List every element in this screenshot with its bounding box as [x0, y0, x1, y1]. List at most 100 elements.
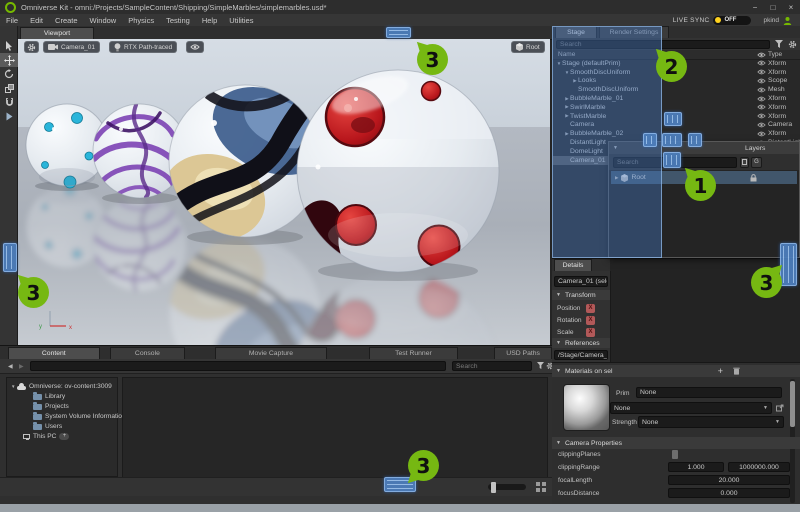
- lock-icon[interactable]: [750, 174, 757, 182]
- camera-select-button[interactable]: Camera_01: [43, 41, 100, 53]
- reference-path-field[interactable]: /Stage/Camera_01: [554, 350, 608, 360]
- back-button[interactable]: ◀: [8, 363, 13, 370]
- address-bar-input[interactable]: [30, 361, 446, 371]
- content-tab[interactable]: Movie Capture: [215, 347, 326, 359]
- camera-properties-header[interactable]: ▼Camera Properties: [552, 437, 800, 449]
- properties-panel: ▼Materials on sel + Prim None None▼ Stre…: [552, 362, 800, 505]
- add-material-button[interactable]: +: [718, 366, 723, 376]
- annotation-number: 2: [665, 55, 679, 79]
- content-grid-area[interactable]: [122, 377, 548, 479]
- visibility-eye-icon[interactable]: [754, 69, 768, 75]
- rotate-tool-button[interactable]: [0, 67, 18, 81]
- dock-target-handle[interactable]: [664, 112, 682, 126]
- root-button[interactable]: Root: [511, 41, 545, 53]
- content-tree-item[interactable]: System Volume Information: [7, 411, 117, 421]
- materials-section-header[interactable]: ▼Materials on sel +: [552, 365, 800, 377]
- maximize-button[interactable]: □: [764, 3, 782, 12]
- visibility-eye-icon[interactable]: [754, 87, 768, 93]
- viewport-canvas[interactable]: y x: [18, 39, 550, 345]
- viewport-settings-button[interactable]: [24, 41, 39, 53]
- slider-thumb[interactable]: [491, 482, 496, 493]
- menu-item[interactable]: Edit: [24, 16, 49, 25]
- svg-text:x: x: [69, 325, 72, 331]
- transform-row: Position X: [552, 302, 610, 314]
- content-options-gear-icon[interactable]: [546, 362, 552, 370]
- close-button[interactable]: ×: [782, 3, 800, 12]
- snap-tool-button[interactable]: [0, 95, 18, 109]
- menu-item[interactable]: Help: [196, 16, 223, 25]
- stage-options-gear-icon[interactable]: [788, 40, 797, 49]
- clear-transform-button[interactable]: X: [586, 328, 595, 337]
- grid-view-icon[interactable]: [536, 482, 547, 493]
- content-tree-item[interactable]: Users: [7, 421, 117, 431]
- menu-item[interactable]: Testing: [160, 16, 196, 25]
- forward-button[interactable]: ▶: [19, 363, 24, 370]
- material-preview-thumbnail[interactable]: [563, 384, 610, 431]
- visibility-eye-icon[interactable]: [754, 96, 768, 102]
- menu-item[interactable]: File: [0, 16, 24, 25]
- transform-section-header[interactable]: ▼Transform: [552, 290, 610, 300]
- scrollbar-thumb[interactable]: [790, 381, 795, 427]
- clippingplanes-label: clippingPlanes: [558, 451, 601, 458]
- strength-dropdown[interactable]: None▼: [638, 416, 784, 428]
- menu-item[interactable]: Utilities: [223, 16, 259, 25]
- user-avatar-icon[interactable]: [783, 16, 792, 25]
- trash-icon[interactable]: [733, 367, 740, 375]
- prim-type: Scope: [768, 77, 800, 84]
- menu-item[interactable]: Window: [84, 16, 123, 25]
- select-tool-button[interactable]: [0, 39, 18, 53]
- visibility-eye-icon[interactable]: [754, 78, 768, 84]
- dock-target-handle[interactable]: [643, 133, 657, 147]
- visibility-eye-icon[interactable]: [754, 131, 768, 137]
- content-search-input[interactable]: [452, 361, 532, 371]
- tab-viewport[interactable]: Viewport: [20, 27, 94, 39]
- annotation-marker: 3: [417, 44, 448, 75]
- move-tool-button[interactable]: [0, 53, 18, 67]
- external-link-icon[interactable]: [776, 404, 784, 412]
- filter-icon[interactable]: [775, 40, 783, 48]
- add-connection-button[interactable]: +: [59, 433, 69, 440]
- clippingplanes-array-field[interactable]: [672, 450, 678, 459]
- content-tab[interactable]: Test Runner: [369, 347, 459, 359]
- viewport-visibility-button[interactable]: [186, 41, 204, 53]
- content-tree-item[interactable]: Library: [7, 391, 117, 401]
- menu-item[interactable]: Physics: [122, 16, 160, 25]
- live-sync-label: LIVE SYNC: [673, 17, 710, 24]
- dock-target-handle[interactable]: [688, 133, 702, 147]
- focusdistance-field[interactable]: 0.000: [668, 488, 790, 498]
- focallength-field[interactable]: 20.000: [668, 475, 790, 485]
- content-tree-item[interactable]: This PC +: [7, 431, 117, 441]
- dock-target-handle[interactable]: [662, 133, 682, 147]
- content-tree-item[interactable]: ▼ Omniverse: ov-content:3009: [7, 381, 117, 391]
- clear-transform-button[interactable]: X: [586, 316, 595, 325]
- material-dropdown[interactable]: None▼: [610, 402, 772, 414]
- prim-value-field[interactable]: None: [636, 387, 782, 398]
- minimize-button[interactable]: −: [746, 3, 764, 12]
- layers-global-button[interactable]: G: [751, 157, 762, 168]
- references-section-header[interactable]: ▼References: [552, 338, 610, 348]
- layers-filter-button[interactable]: [740, 157, 749, 168]
- scale-tool-button[interactable]: [0, 81, 18, 95]
- play-button[interactable]: [0, 109, 18, 123]
- content-tab[interactable]: Content: [8, 347, 100, 359]
- visibility-eye-icon[interactable]: [754, 122, 768, 128]
- live-sync-toggle[interactable]: OFF: [713, 16, 751, 25]
- renderer-select-button[interactable]: RTX Path-traced: [109, 41, 177, 53]
- visibility-eye-icon[interactable]: [754, 60, 768, 66]
- selection-field[interactable]: Camera_01 (selected): [554, 276, 608, 287]
- thumbnail-size-slider[interactable]: [488, 484, 526, 490]
- content-tab[interactable]: USD Paths: [494, 347, 552, 359]
- content-tree-item[interactable]: Projects: [7, 401, 117, 411]
- dock-target-handle[interactable]: [386, 27, 411, 38]
- clear-transform-button[interactable]: X: [586, 304, 595, 313]
- visibility-eye-icon[interactable]: [754, 113, 768, 119]
- visibility-eye-icon[interactable]: [754, 104, 768, 110]
- clippingrange-far-field[interactable]: 1000000.000: [728, 462, 790, 472]
- tab-details[interactable]: Details: [554, 259, 592, 271]
- content-tab[interactable]: Console: [110, 347, 186, 359]
- menu-item[interactable]: Create: [49, 16, 84, 25]
- filter-icon[interactable]: [537, 362, 544, 369]
- annotation-number: 3: [426, 48, 440, 72]
- chevron-down-icon: ▼: [763, 405, 768, 411]
- clippingrange-near-field[interactable]: 1.000: [668, 462, 724, 472]
